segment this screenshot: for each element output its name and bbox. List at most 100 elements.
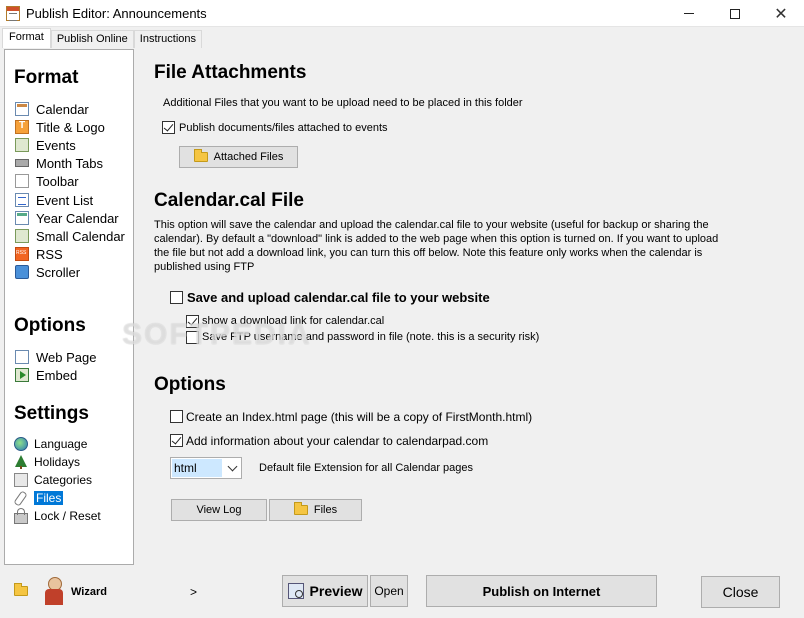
web-page-icon	[15, 350, 29, 364]
attached-files-button[interactable]: Attached Files	[179, 146, 298, 168]
small-calendar-icon	[15, 229, 29, 243]
sidebar-item-label: Month Tabs	[36, 155, 103, 171]
sidebar-item-month-tabs[interactable]: Month Tabs	[15, 154, 103, 172]
sidebar-item-label: Categories	[34, 473, 93, 487]
sidebar-item-web-page[interactable]: Web Page	[15, 348, 96, 366]
format-heading: Format	[14, 67, 79, 88]
sidebar-item-holidays[interactable]: Holidays	[14, 453, 80, 471]
sidebar: Format Calendar Title & Logo Events Mont…	[4, 49, 134, 565]
sidebar-item-label: Embed	[36, 367, 78, 383]
close-button[interactable]: Close	[701, 576, 780, 608]
window-title: Publish Editor: Announcements	[26, 6, 207, 21]
sidebar-item-language[interactable]: Language	[14, 435, 87, 453]
files-button-label: Files	[313, 504, 338, 516]
file-attachments-heading: File Attachments	[154, 62, 307, 83]
file-extension-value: html	[172, 459, 222, 477]
sidebar-item-label: Event List	[36, 192, 94, 208]
rss-icon	[15, 247, 29, 261]
options-heading: Options	[14, 315, 86, 336]
minimize-button[interactable]	[666, 0, 712, 27]
preview-button-label: Preview	[309, 583, 363, 599]
create-index-label: Create an Index.html page (this will be …	[186, 410, 533, 424]
title-logo-icon	[15, 120, 29, 134]
save-upload-calendar-label: Save and upload calendar.cal file to you…	[187, 290, 490, 305]
calendar-cal-paragraph: This option will save the calendar and u…	[154, 219, 719, 273]
events-icon	[15, 138, 29, 152]
sidebar-item-label: Holidays	[34, 455, 81, 469]
preview-button[interactable]: Preview	[282, 575, 368, 607]
maximize-button[interactable]	[712, 0, 758, 27]
sidebar-item-label: Title & Logo	[36, 119, 105, 135]
sidebar-item-embed[interactable]: Embed	[15, 366, 77, 384]
tab-instructions[interactable]: Instructions	[133, 30, 203, 48]
sidebar-item-events[interactable]: Events	[15, 136, 76, 154]
calendar-cal-heading: Calendar.cal File	[154, 190, 304, 211]
sidebar-item-title-logo[interactable]: Title & Logo	[15, 118, 105, 136]
create-index-checkbox[interactable]	[170, 410, 183, 423]
lock-icon	[14, 507, 28, 524]
chevron-down-icon	[227, 461, 238, 472]
add-info-calendarpad-label: Add information about your calendar to c…	[186, 434, 489, 448]
toolbar-icon	[15, 174, 29, 188]
sidebar-item-label: Files	[34, 491, 64, 505]
files-button[interactable]: Files	[269, 499, 362, 521]
softpedia-watermark: SOFTPEDIA	[122, 318, 312, 351]
sidebar-item-label: Small Calendar	[36, 228, 125, 244]
event-list-icon	[15, 193, 29, 207]
sidebar-item-label: Calendar	[36, 101, 89, 117]
sidebar-item-label: Events	[36, 137, 76, 153]
maximize-icon	[730, 8, 740, 19]
folder-icon[interactable]	[14, 583, 28, 596]
file-extension-caption: Default file Extension for all Calendar …	[259, 462, 474, 474]
sidebar-item-calendar[interactable]: Calendar	[15, 100, 89, 118]
month-tabs-icon	[15, 159, 29, 167]
title-bar: Publish Editor: Announcements ✕	[0, 0, 804, 27]
view-log-button[interactable]: View Log	[171, 499, 267, 521]
sidebar-item-label: Web Page	[36, 349, 97, 365]
add-info-calendarpad-checkbox[interactable]	[170, 434, 183, 447]
sidebar-item-categories[interactable]: Categories	[14, 471, 92, 489]
settings-heading: Settings	[14, 403, 89, 424]
sidebar-item-label: RSS	[36, 246, 63, 262]
sidebar-item-rss[interactable]: RSS	[15, 245, 63, 263]
sidebar-item-files[interactable]: Files	[14, 489, 64, 507]
save-upload-calendar-checkbox[interactable]	[170, 291, 183, 304]
main-panel: File Attachments Additional Files that y…	[136, 49, 802, 565]
wizard-icon[interactable]	[43, 577, 65, 605]
options-heading-main: Options	[154, 374, 226, 395]
calendar-icon	[15, 102, 29, 116]
sidebar-item-scroller[interactable]: Scroller	[15, 263, 80, 281]
tree-icon	[14, 455, 28, 469]
year-calendar-icon	[15, 211, 29, 225]
embed-icon	[15, 368, 29, 382]
sidebar-item-event-list[interactable]: Event List	[15, 191, 93, 209]
sidebar-item-label: Lock / Reset	[34, 509, 101, 523]
folder-icon	[193, 149, 208, 162]
globe-icon	[14, 437, 28, 451]
publish-attached-files-checkbox[interactable]	[162, 121, 175, 134]
scroller-icon	[15, 265, 29, 279]
sidebar-item-year-calendar[interactable]: Year Calendar	[15, 209, 119, 227]
app-icon	[6, 6, 20, 21]
attached-files-button-label: Attached Files	[213, 151, 284, 163]
preview-icon	[287, 583, 304, 599]
close-icon: ✕	[774, 5, 788, 23]
sidebar-item-lock-reset[interactable]: Lock / Reset	[14, 507, 101, 525]
folder-icon	[293, 502, 308, 515]
tab-format[interactable]: Format	[2, 28, 51, 48]
close-window-button[interactable]: ✕	[758, 0, 804, 27]
publish-attached-files-label: Publish documents/files attached to even…	[179, 122, 388, 134]
bottom-bar: Wizard > Preview Open Publish on Interne…	[0, 567, 804, 618]
wizard-arrow[interactable]: >	[190, 585, 197, 599]
sidebar-item-toolbar[interactable]: Toolbar	[15, 172, 79, 190]
categories-icon	[14, 473, 28, 487]
sidebar-item-label: Language	[34, 437, 88, 451]
sidebar-item-small-calendar[interactable]: Small Calendar	[15, 227, 125, 245]
tab-publish-online[interactable]: Publish Online	[50, 30, 134, 48]
tab-bar: Format Publish Online Instructions	[2, 28, 203, 48]
open-button[interactable]: Open	[370, 575, 408, 607]
sidebar-item-label: Scroller	[36, 264, 81, 280]
publish-on-internet-button[interactable]: Publish on Internet	[426, 575, 657, 607]
file-extension-select[interactable]: html	[170, 457, 242, 479]
wizard-label[interactable]: Wizard	[71, 586, 107, 598]
